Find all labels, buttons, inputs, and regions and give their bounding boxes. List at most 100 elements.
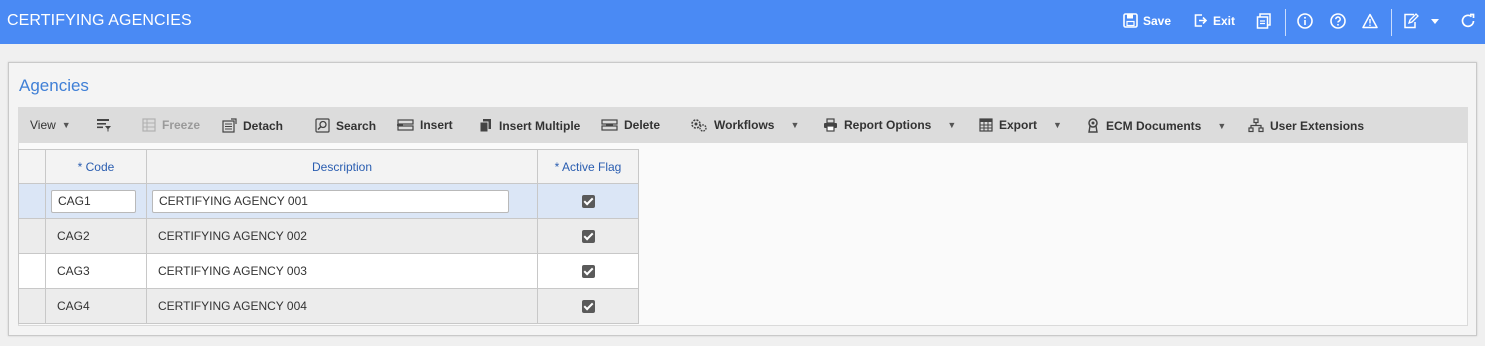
agencies-panel: Agencies View ▼ Freeze Detach Search Ins…	[8, 62, 1477, 336]
warning-icon	[1362, 13, 1378, 29]
row-selector-header[interactable]	[18, 149, 46, 184]
active-flag-cell[interactable]	[537, 253, 639, 289]
active-flag-checkbox[interactable]	[581, 195, 595, 209]
exit-label: Exit	[1213, 13, 1236, 28]
delete-button[interactable]: Delete	[601, 118, 660, 132]
documents-icon	[1256, 13, 1271, 29]
freeze-label: Freeze	[162, 118, 201, 132]
description-cell[interactable]: CERTIFYING AGENCY 002	[146, 218, 538, 254]
chevron-down-icon: ▼	[947, 120, 957, 130]
insert-label: Insert	[420, 118, 453, 132]
freeze-icon	[142, 118, 156, 132]
insert-multiple-icon	[479, 119, 491, 133]
row-selector[interactable]	[18, 288, 46, 324]
description-cell[interactable]: CERTIFYING AGENCY 003	[146, 253, 538, 289]
row-selector[interactable]	[18, 183, 46, 219]
filter-icon	[97, 119, 111, 132]
print-pages-button[interactable]	[1256, 13, 1272, 29]
active-flag-cell[interactable]	[537, 288, 639, 324]
export-menu[interactable]: Export ▼	[979, 118, 1062, 132]
spreadsheet-icon	[979, 118, 993, 132]
table-row[interactable]: CAG3 CERTIFYING AGENCY 003	[18, 253, 639, 289]
refresh-button[interactable]	[1460, 13, 1476, 29]
detach-label: Detach	[243, 118, 284, 133]
insert-multiple-label: Insert Multiple	[499, 118, 581, 133]
row-selector[interactable]	[18, 253, 46, 289]
active-flag-checkbox[interactable]	[581, 300, 595, 314]
detach-icon	[222, 118, 237, 133]
info-button[interactable]	[1297, 13, 1313, 29]
refresh-icon	[1461, 13, 1475, 28]
save-label: Save	[1143, 13, 1172, 28]
view-label: View	[30, 118, 56, 132]
column-header-description[interactable]: Description	[146, 149, 538, 184]
user-extensions-button[interactable]: User Extensions	[1248, 118, 1364, 133]
table-row[interactable]: CAG1 CERTIFYING AGENCY 001	[18, 183, 639, 219]
column-header-active-flag[interactable]: * Active Flag	[537, 149, 639, 184]
active-flag-cell[interactable]	[537, 218, 639, 254]
ecm-documents-menu[interactable]: ECM Documents ▼	[1086, 118, 1226, 133]
info-icon	[1297, 13, 1313, 29]
search-button[interactable]: Search	[315, 118, 376, 133]
edit-menu-button[interactable]	[1403, 13, 1440, 29]
save-icon	[1123, 13, 1138, 28]
user-extensions-label: User Extensions	[1270, 118, 1365, 133]
help-button[interactable]	[1330, 13, 1346, 29]
report-options-label: Report Options	[844, 118, 932, 132]
table-row[interactable]: CAG4 CERTIFYING AGENCY 004	[18, 288, 639, 324]
divider	[1285, 9, 1286, 36]
delete-row-icon	[601, 119, 618, 131]
export-label: Export	[999, 118, 1038, 132]
gears-icon	[691, 119, 707, 132]
exit-icon	[1194, 14, 1208, 27]
hierarchy-icon	[1248, 118, 1264, 133]
view-menu[interactable]: View ▼	[30, 118, 71, 132]
code-cell[interactable]: CAG1	[45, 183, 147, 219]
table-row[interactable]: CAG2 CERTIFYING AGENCY 002	[18, 218, 639, 254]
grid-toolbar: View ▼ Freeze Detach Search Insert Inser…	[18, 107, 1468, 143]
description-input[interactable]: CERTIFYING AGENCY 001	[152, 189, 509, 213]
detach-button[interactable]: Detach	[222, 118, 283, 133]
title-bar: CERTIFYING AGENCIES Save Exit	[0, 0, 1485, 44]
insert-multiple-button[interactable]: Insert Multiple	[479, 118, 580, 133]
chevron-down-icon: ▼	[1053, 120, 1062, 130]
row-selector[interactable]	[18, 218, 46, 254]
search-icon	[315, 118, 330, 133]
chevron-down-icon: ▼	[61, 120, 71, 130]
insert-icon	[397, 119, 414, 131]
active-flag-checkbox[interactable]	[581, 265, 595, 279]
workflows-menu[interactable]: Workflows ▼	[690, 118, 799, 132]
divider	[1391, 9, 1392, 36]
filter-button[interactable]	[96, 118, 112, 132]
column-header-code[interactable]: * Code	[45, 149, 147, 184]
freeze-button[interactable]: Freeze	[142, 118, 200, 132]
warning-button[interactable]	[1362, 13, 1378, 29]
active-flag-cell[interactable]	[537, 183, 639, 219]
save-button[interactable]: Save	[1123, 13, 1171, 28]
insert-button[interactable]: Insert	[397, 118, 453, 132]
edit-icon	[1404, 13, 1419, 29]
exit-button[interactable]: Exit	[1193, 13, 1235, 28]
chevron-down-icon	[1431, 19, 1439, 24]
ecm-documents-label: ECM Documents	[1106, 118, 1202, 133]
report-options-menu[interactable]: Report Options ▼	[823, 118, 956, 132]
search-label: Search	[336, 118, 377, 133]
description-cell[interactable]: CERTIFYING AGENCY 001	[146, 183, 538, 219]
agencies-table: * Code Description * Active Flag CAG1 CE…	[18, 149, 639, 324]
ecm-documents-icon	[1088, 118, 1098, 133]
workflows-label: Workflows	[714, 118, 775, 132]
page-title: CERTIFYING AGENCIES	[7, 12, 192, 29]
code-cell[interactable]: CAG3	[45, 253, 147, 289]
panel-title: Agencies	[19, 76, 89, 95]
printer-icon	[824, 118, 837, 132]
table-header-row: * Code Description * Active Flag	[18, 149, 639, 184]
help-icon	[1330, 13, 1346, 29]
active-flag-checkbox[interactable]	[581, 230, 595, 244]
chevron-down-icon: ▼	[1217, 120, 1227, 131]
code-cell[interactable]: CAG4	[45, 288, 147, 324]
code-cell[interactable]: CAG2	[45, 218, 147, 254]
chevron-down-icon: ▼	[790, 120, 800, 130]
code-input[interactable]: CAG1	[51, 189, 136, 213]
delete-label: Delete	[624, 118, 661, 132]
description-cell[interactable]: CERTIFYING AGENCY 004	[146, 288, 538, 324]
